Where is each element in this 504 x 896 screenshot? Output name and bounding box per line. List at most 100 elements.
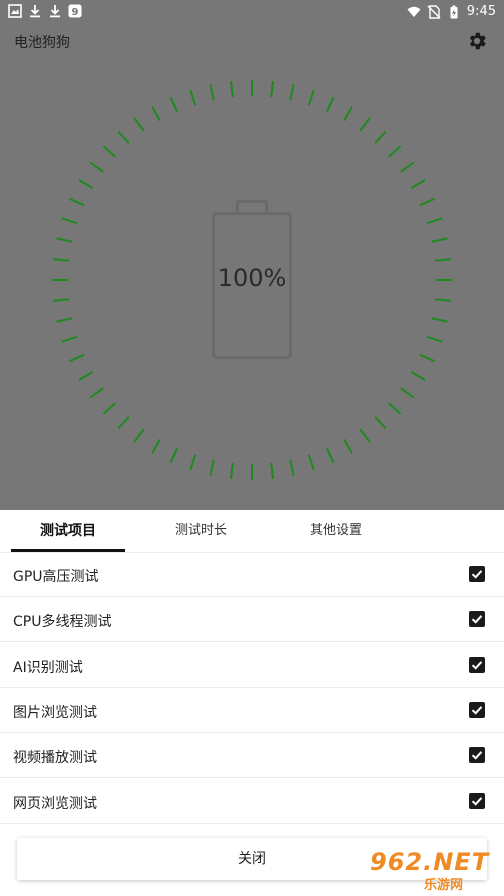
dial-tick bbox=[61, 335, 78, 343]
dial-tick bbox=[388, 402, 402, 415]
app-bar: 电池狗狗 bbox=[0, 26, 504, 58]
test-item-checkbox[interactable] bbox=[469, 566, 485, 582]
dial-tick bbox=[209, 84, 215, 101]
dial-tick bbox=[117, 416, 130, 430]
test-item-checkbox[interactable] bbox=[469, 792, 485, 809]
test-item-label: 视频播放测试 bbox=[13, 750, 97, 767]
tab-bar: 测试项目 测试时长 其他设置 bbox=[0, 510, 504, 553]
dial-tick bbox=[359, 428, 371, 443]
test-item-checkbox[interactable] bbox=[469, 656, 485, 673]
test-item-label: CPU多线程测试 bbox=[13, 614, 112, 631]
checkmark-icon bbox=[471, 796, 483, 806]
dial-tick bbox=[151, 106, 161, 122]
dial-tick bbox=[209, 459, 215, 476]
dial-tick bbox=[151, 438, 161, 454]
dial-tick bbox=[400, 387, 415, 399]
tab-other-settings[interactable]: 其他设置 bbox=[276, 510, 396, 552]
test-item-row[interactable]: AI识别测试 bbox=[0, 643, 504, 688]
checkmark-icon bbox=[471, 706, 483, 715]
checkmark-icon bbox=[471, 615, 483, 624]
dial-tick bbox=[189, 454, 197, 471]
dial-tick bbox=[325, 96, 335, 113]
gallery-icon bbox=[8, 4, 22, 18]
dial-tick bbox=[359, 117, 371, 132]
dial-tick bbox=[289, 459, 295, 476]
no-sim-icon bbox=[427, 5, 441, 19]
dial-tick bbox=[343, 106, 353, 122]
test-item-row[interactable]: 网页浏览测试 bbox=[0, 779, 504, 824]
download-icon bbox=[50, 5, 60, 18]
dial-tick bbox=[426, 335, 443, 343]
dial-tick bbox=[68, 353, 85, 363]
dial-tick bbox=[117, 130, 130, 144]
dial-tick bbox=[78, 179, 94, 189]
watermark-text: 962.NET bbox=[370, 848, 490, 876]
dial-tick bbox=[388, 145, 402, 158]
dial-tick bbox=[400, 161, 415, 173]
dial-tick bbox=[230, 80, 234, 98]
dial-tick bbox=[374, 130, 387, 144]
dial-tick bbox=[419, 197, 436, 207]
dial-tick bbox=[270, 462, 274, 480]
dial-tick bbox=[343, 438, 353, 454]
tab-test-items[interactable]: 测试项目 bbox=[11, 510, 125, 552]
gear-icon[interactable] bbox=[466, 30, 488, 52]
dial-tick bbox=[289, 84, 295, 101]
watermark: 962.NET 乐游网 bbox=[360, 846, 500, 893]
test-item-label: GPU高压测试 bbox=[13, 569, 99, 585]
dial-tick bbox=[431, 237, 448, 243]
test-item-label: 网页浏览测试 bbox=[13, 795, 97, 812]
battery-charging-icon bbox=[450, 5, 458, 19]
dial-tick bbox=[89, 387, 104, 399]
dial-tick bbox=[434, 258, 452, 262]
test-item-row[interactable]: CPU多线程测试 bbox=[0, 597, 504, 643]
dial-tick bbox=[169, 96, 179, 113]
dial-tick bbox=[89, 161, 104, 173]
dial-tick bbox=[52, 258, 70, 262]
dial-tick bbox=[133, 428, 145, 443]
dial-tick bbox=[374, 416, 387, 430]
dial-tick bbox=[410, 179, 426, 189]
dial-tick bbox=[78, 371, 94, 381]
test-item-checkbox[interactable] bbox=[469, 747, 485, 764]
tab-test-duration[interactable]: 测试时长 bbox=[141, 510, 261, 552]
dial-tick bbox=[431, 317, 448, 323]
battery-percent: 100% bbox=[217, 264, 287, 292]
dial-tick bbox=[52, 298, 70, 302]
test-item-row[interactable]: 视频播放测试 bbox=[0, 733, 504, 779]
dial-tick bbox=[102, 145, 116, 158]
dial-tick bbox=[68, 197, 85, 207]
dial-tick bbox=[169, 447, 179, 464]
dial-tick bbox=[56, 237, 73, 243]
checkmark-icon bbox=[471, 570, 483, 579]
status-bar: 9 9:45 bbox=[0, 0, 504, 24]
dial-tick bbox=[419, 353, 436, 363]
dial-tick bbox=[56, 317, 73, 323]
dial-tick bbox=[307, 89, 315, 106]
test-item-label: AI识别测试 bbox=[13, 659, 83, 676]
status-left-icons: 9 bbox=[8, 4, 82, 18]
dial-tick bbox=[102, 402, 116, 415]
dial-tick bbox=[410, 371, 426, 381]
test-item-checkbox[interactable] bbox=[469, 611, 485, 628]
dial-tick bbox=[189, 89, 197, 106]
dial-tick bbox=[270, 80, 274, 98]
dial-tick bbox=[426, 217, 443, 225]
status-time: 9:45 bbox=[466, 4, 496, 19]
checkmark-icon bbox=[471, 751, 483, 760]
test-item-checkbox[interactable] bbox=[469, 701, 485, 718]
battery-cap bbox=[236, 200, 268, 212]
dial-tick bbox=[325, 447, 335, 464]
dial-tick bbox=[307, 454, 315, 471]
wifi-icon bbox=[407, 6, 421, 17]
dial-tick bbox=[133, 117, 145, 132]
dial-tick bbox=[230, 462, 234, 480]
test-item-row[interactable]: GPU高压测试 bbox=[0, 552, 504, 597]
dial-tick bbox=[61, 217, 78, 225]
checkmark-icon bbox=[471, 660, 483, 670]
app-title: 电池狗狗 bbox=[14, 35, 70, 51]
status-right-icons: 9:45 bbox=[407, 3, 496, 21]
test-item-row[interactable]: 图片浏览测试 bbox=[0, 688, 504, 733]
test-item-label: 图片浏览测试 bbox=[13, 704, 97, 721]
notification-9-icon: 9 bbox=[68, 4, 82, 18]
